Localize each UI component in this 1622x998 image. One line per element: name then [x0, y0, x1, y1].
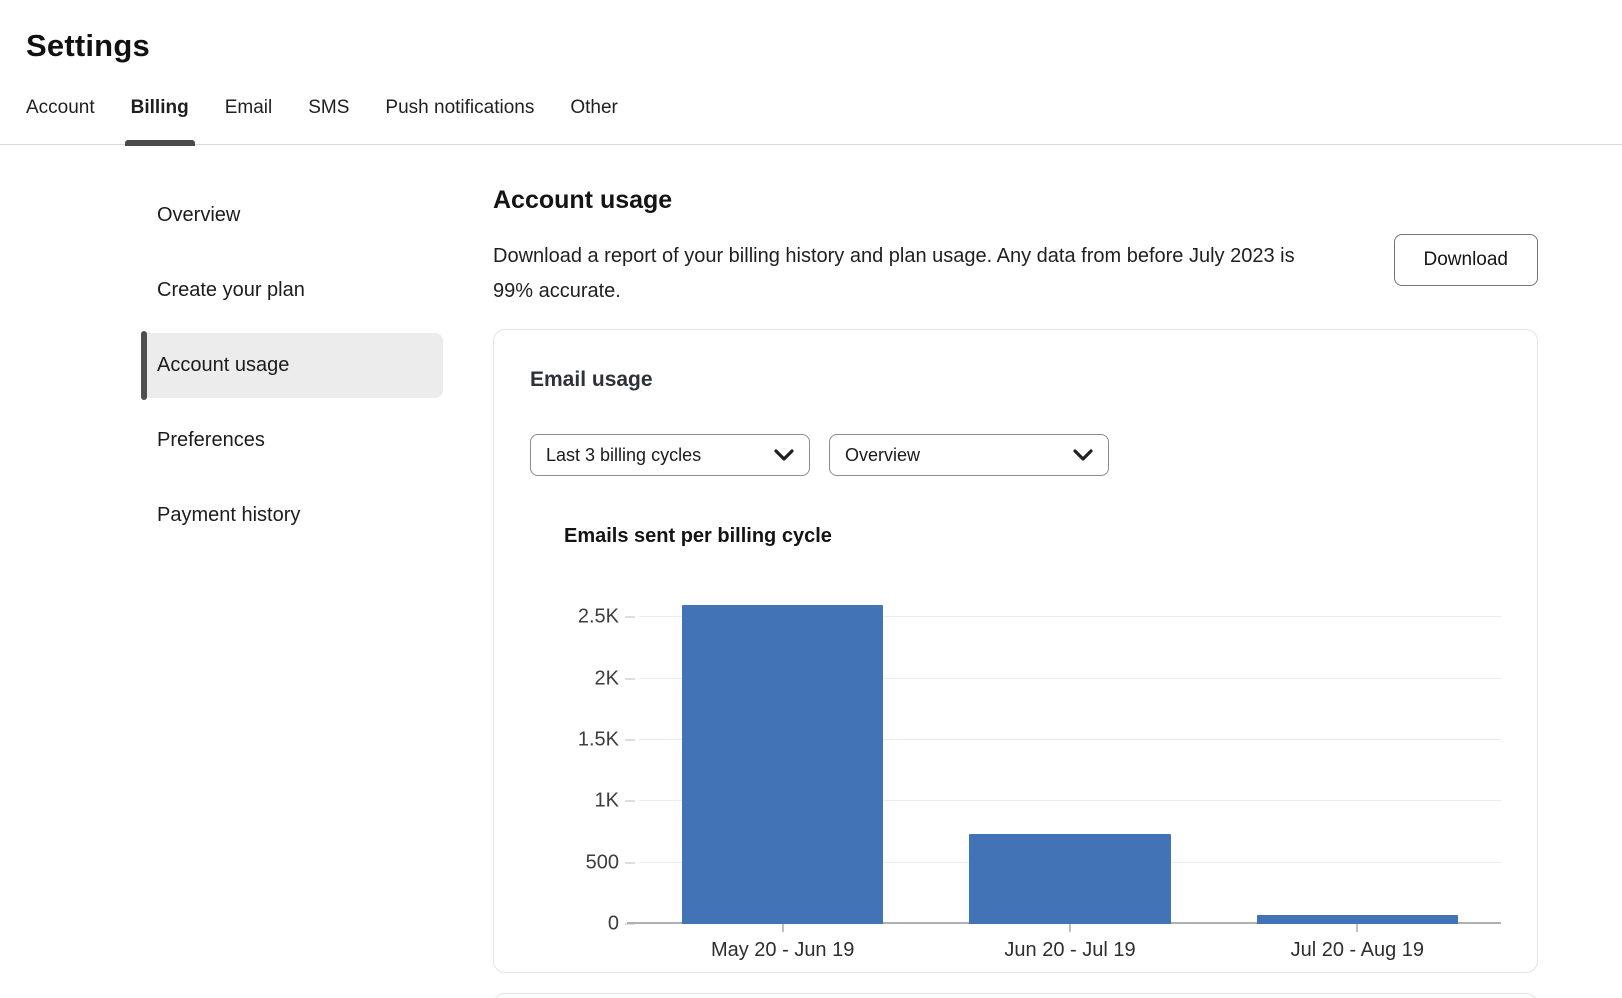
sidebar: Overview Create your plan Account usage Pre… [0, 145, 493, 558]
sidebar-item-label: Create your plan [157, 279, 305, 302]
x-axis-label: Jul 20 - Aug 19 [1291, 939, 1424, 962]
chevron-down-icon [1073, 448, 1093, 462]
x-tick-mark [1069, 924, 1071, 932]
next-section-card [493, 993, 1538, 998]
chart-plot-area [639, 572, 1501, 924]
y-tick-mark [625, 678, 635, 680]
page-header: Settings Account Billing Email SMS Push noti… [0, 0, 1622, 145]
y-tick-label: 2K [595, 667, 619, 690]
bar-slot [926, 572, 1213, 924]
content-area: Overview Create your plan Account usage Pre… [0, 145, 1622, 998]
tab-email[interactable]: Email [225, 97, 273, 145]
bar-slot [639, 572, 926, 924]
bar-jul-20-aug-19 [1257, 915, 1458, 924]
filter-row: Last 3 billing cycles Overview [530, 434, 1501, 476]
tab-sms[interactable]: SMS [308, 97, 349, 145]
sidebar-item-create-your-plan[interactable]: Create your plan [141, 258, 443, 323]
y-tick-label: 0 [608, 913, 619, 936]
sidebar-item-overview[interactable]: Overview [141, 183, 443, 248]
x-axis-label: Jun 20 - Jul 19 [1004, 939, 1135, 962]
main-header-text: Account usage Download a report of your … [493, 186, 1323, 309]
x-slot: Jun 20 - Jul 19 [926, 924, 1213, 962]
bar-may-20-jun-19 [682, 605, 883, 924]
tab-other[interactable]: Other [570, 97, 618, 145]
section-description: Download a report of your billing histor… [493, 239, 1323, 309]
bar-chart: 05001K1.5K2K2.5K [530, 572, 1501, 924]
x-tick-mark [782, 924, 784, 932]
bar-slot [1214, 572, 1501, 924]
sidebar-item-label: Payment history [157, 504, 300, 527]
page-title: Settings [26, 28, 1622, 64]
x-slot: May 20 - Jun 19 [639, 924, 926, 962]
section-title: Account usage [493, 186, 1323, 215]
active-tab-underline [125, 140, 195, 146]
main-panel: Account usage Download a report of your … [493, 145, 1538, 998]
tab-bar: Account Billing Email SMS Push notifications… [26, 97, 1622, 145]
sidebar-item-label: Preferences [157, 429, 265, 452]
y-tick-mark [625, 616, 635, 618]
x-slot: Jul 20 - Aug 19 [1214, 924, 1501, 962]
sidebar-item-preferences[interactable]: Preferences [141, 408, 443, 473]
email-usage-card: Email usage Last 3 billing cycles Overvie… [493, 329, 1538, 973]
selected-item-accent [141, 331, 147, 400]
chart-title: Emails sent per billing cycle [564, 525, 1501, 548]
tab-account[interactable]: Account [26, 97, 95, 145]
view-select-value: Overview [845, 445, 920, 466]
sidebar-item-label: Account usage [157, 354, 289, 377]
tab-push-notifications[interactable]: Push notifications [385, 97, 534, 145]
chart-bars [639, 572, 1501, 924]
y-tick-label: 500 [586, 851, 619, 874]
y-tick-label: 2.5K [578, 606, 619, 629]
y-tick-mark [625, 739, 635, 741]
billing-cycles-select-value: Last 3 billing cycles [546, 445, 701, 466]
x-axis-label: May 20 - Jun 19 [711, 939, 854, 962]
sidebar-item-account-usage[interactable]: Account usage [141, 333, 443, 398]
card-title: Email usage [530, 368, 1501, 392]
x-axis-labels: May 20 - Jun 19 Jun 20 - Jul 19 Jul 20 - A… [639, 924, 1501, 962]
main-header: Account usage Download a report of your … [493, 186, 1538, 309]
y-tick-label: 1.5K [578, 729, 619, 752]
y-tick-mark [625, 862, 635, 864]
chevron-down-icon [774, 448, 794, 462]
billing-cycles-select[interactable]: Last 3 billing cycles [530, 434, 810, 476]
y-tick-label: 1K [595, 790, 619, 813]
y-axis-ticks [625, 572, 639, 924]
sidebar-item-payment-history[interactable]: Payment history [141, 483, 443, 548]
tab-billing[interactable]: Billing [131, 97, 189, 145]
y-axis-labels: 05001K1.5K2K2.5K [530, 572, 625, 924]
x-tick-mark [1356, 924, 1358, 932]
download-button[interactable]: Download [1394, 234, 1539, 286]
bar-jun-20-jul-19 [969, 834, 1170, 924]
y-tick-mark [625, 800, 635, 802]
sidebar-item-label: Overview [157, 204, 240, 227]
view-select[interactable]: Overview [829, 434, 1109, 476]
